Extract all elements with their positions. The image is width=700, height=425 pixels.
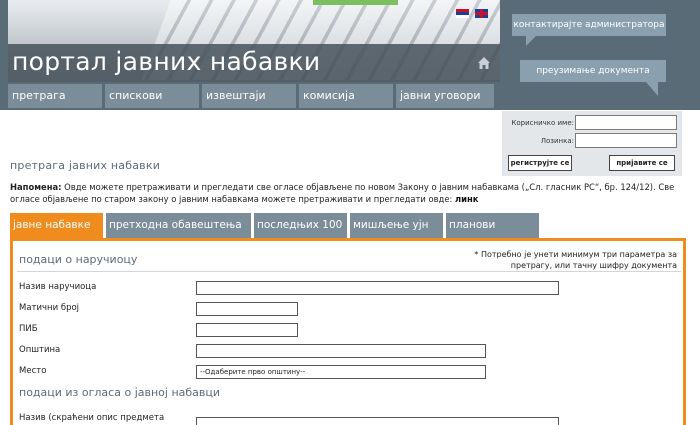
tax-id-input[interactable] (196, 323, 298, 337)
login-button[interactable]: пријавите се (609, 155, 675, 171)
right-panel: контактирајте администратора преузимање … (502, 0, 700, 110)
field-label-municipality: Општина (19, 345, 61, 355)
tab-prior-notices[interactable]: претходна обавештења (106, 213, 251, 238)
nav-item-commission[interactable]: комисија (299, 84, 393, 108)
username-label: Корисничко име: (511, 119, 574, 127)
required-note: * Потребно је унети минимум три параметр… (474, 250, 677, 270)
top-navigation: претрага спискови извештаји комисија јав… (8, 84, 494, 108)
field-label-authority-name: Назив наручиоца (19, 282, 97, 292)
nav-item-reports[interactable]: извештаји (202, 84, 296, 108)
download-documents-button[interactable]: преузимање документа (520, 60, 666, 96)
language-flags (456, 9, 488, 18)
nav-item-search[interactable]: претрага (8, 84, 102, 108)
login-box: Корисничко име: Лозинка: региструјте се … (502, 111, 682, 176)
field-label-procurement-title: Назив (скраћени опис предмета (19, 413, 165, 423)
nav-item-lists[interactable]: спискови (105, 84, 199, 108)
tab-ujn-opinion[interactable]: мишљење ујн (350, 213, 443, 238)
notice-body: Овде можете претраживати и прегледати св… (10, 182, 675, 204)
tab-public-procurements[interactable]: јавне набавке (10, 213, 103, 238)
search-form: подаци о наручиоцу * Потребно је унети м… (10, 238, 686, 425)
register-button[interactable]: региструјте се (508, 155, 572, 171)
tab-plans[interactable]: планови (446, 213, 539, 238)
section-title-contracting-authority: подаци о наручиоцу (19, 253, 138, 266)
municipality-input[interactable] (196, 344, 486, 358)
header-banner: портал јавних набавки претрага спискови … (0, 0, 700, 110)
contact-admin-button[interactable]: контактирајте администратора (512, 14, 666, 46)
password-label: Лозинка: (540, 137, 574, 145)
tab-last-100[interactable]: последњих 100 (254, 213, 347, 238)
field-label-registration-number: Матични број (19, 303, 80, 313)
serbian-flag-icon[interactable] (456, 9, 469, 18)
section-title-notice-data: подаци из огласа о јавној набавци (19, 386, 221, 399)
field-label-tax-id: ПИБ (19, 324, 38, 334)
home-icon[interactable] (477, 56, 491, 70)
nav-item-public-contracts[interactable]: јавни уговори (396, 84, 494, 108)
notice-bold: Напомена: (10, 182, 62, 192)
field-label-place: Место (19, 366, 47, 376)
place-select[interactable]: --Одаберите прво општину-- (196, 365, 486, 379)
procurement-title-input[interactable] (196, 417, 559, 425)
page-title: претрага јавних набавки (10, 159, 161, 172)
uk-flag-icon[interactable] (475, 9, 488, 18)
notice-text: Напомена: Овде можете претраживати и пре… (10, 181, 690, 205)
search-tabs: јавне набавке претходна обавештења после… (10, 213, 539, 238)
registration-number-input[interactable] (196, 302, 298, 316)
username-input[interactable] (575, 115, 677, 130)
password-input[interactable] (575, 133, 677, 148)
section-divider (17, 271, 681, 272)
authority-name-input[interactable] (196, 281, 559, 295)
portal-title: портал јавних набавки (12, 47, 321, 76)
green-accent-bar (313, 0, 398, 5)
old-law-link[interactable]: линк (455, 194, 478, 204)
